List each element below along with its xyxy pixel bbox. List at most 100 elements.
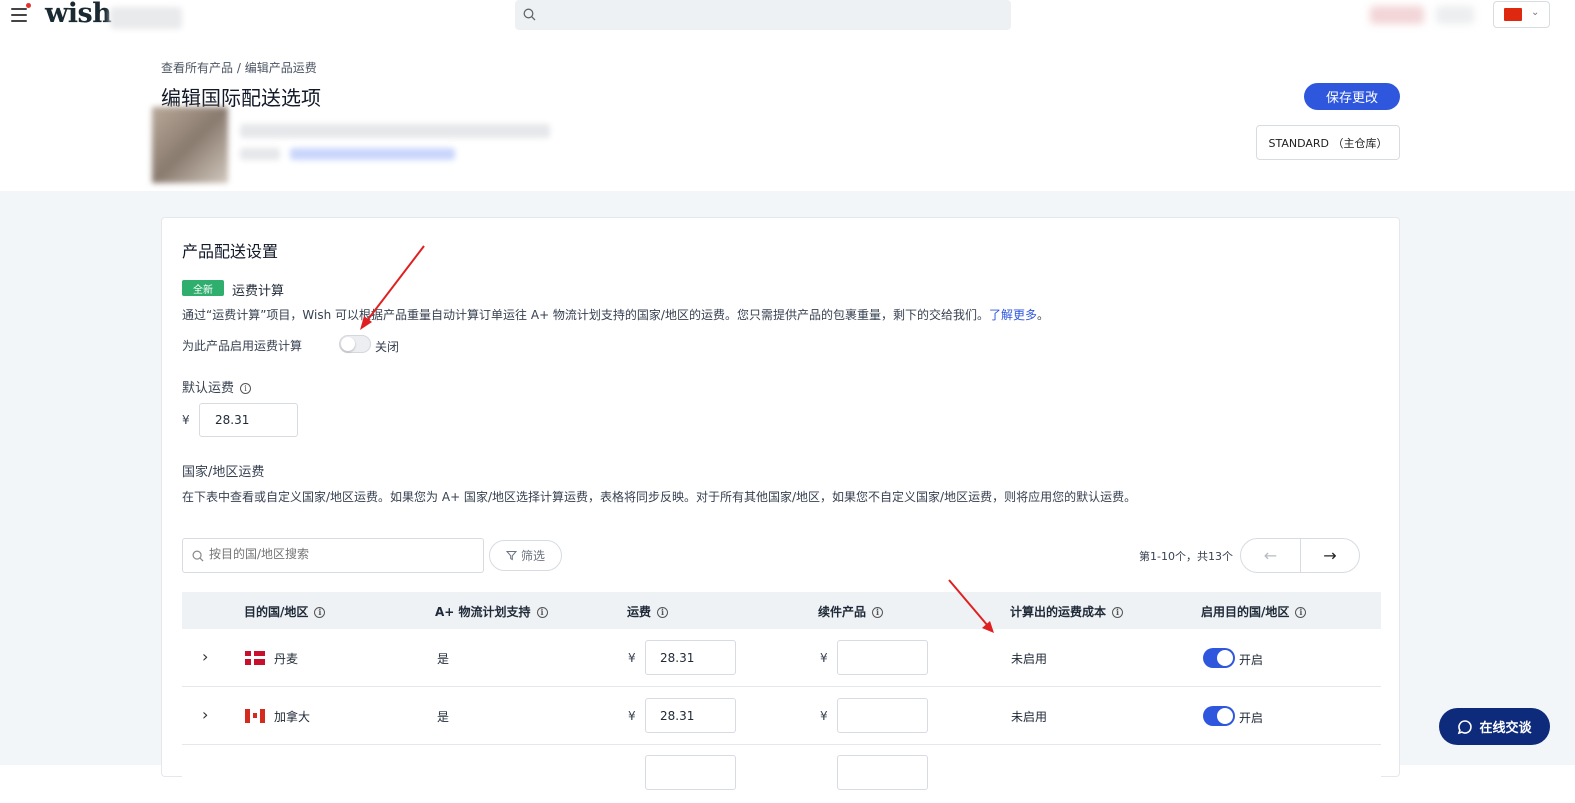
blurred-header-item-2[interactable] [1436,6,1474,24]
search-icon [192,550,204,562]
col-additional: 续件产品 i [818,603,884,620]
info-icon[interactable]: i [872,607,884,618]
country-search-field[interactable] [182,538,484,573]
denmark-flag-icon [245,651,265,665]
shipping-fee-input[interactable] [645,755,736,790]
page-header: 查看所有产品 / 编辑产品运费 编辑国际配送选项 保存更改 STANDARD （… [0,34,1575,191]
enable-calc-label: 为此产品启用运费计算 [182,339,303,353]
shipping-settings-card: 产品配送设置 全新 运费计算 通过“运费计算”项目，Wish 可以根据产品重量自… [161,217,1400,803]
china-flag-icon [1504,8,1522,21]
col-aplus: A+ 物流计划支持 i [435,603,548,620]
expand-chevron-icon[interactable]: › [202,705,208,724]
blurred-product-link[interactable] [290,148,455,160]
product-thumbnail [152,107,228,183]
language-selector[interactable]: ⌄ [1493,1,1550,28]
filter-icon [505,551,517,561]
canada-flag-icon [245,709,265,723]
toggle-knob [341,337,355,351]
default-fee-text: 默认运费 [182,381,235,396]
country-name: 加拿大 [274,710,311,724]
expand-chevron-icon[interactable]: › [202,647,208,666]
enable-country-toggle[interactable] [1203,648,1235,668]
prev-page-arrow-icon[interactable]: ← [1241,539,1301,572]
shipping-calc-description: 通过“运费计算”项目，Wish 可以根据产品重量自动计算订单运往 A+ 物流计划… [182,306,1049,323]
col-calculated-label: 计算出的运费成本 [1010,605,1107,619]
description-text: 通过“运费计算”项目，Wish 可以根据产品重量自动计算订单运往 A+ 物流计划… [182,308,989,322]
col-enable: 启用目的国/地区 i [1201,603,1307,620]
live-chat-button[interactable]: 在线交谈 [1439,708,1550,745]
filter-label: 筛选 [520,549,545,563]
global-search-input[interactable] [515,0,1011,30]
breadcrumb-edit-shipping[interactable]: 编辑产品运费 [245,61,317,75]
col-enable-label: 启用目的国/地区 [1201,605,1290,619]
blurred-product-name [240,124,550,138]
table-row: › 丹麦 是 ¥ ¥ 未启用 开启 [182,629,1381,687]
enable-calc-toggle[interactable] [339,335,371,353]
blurred-header-item[interactable] [1370,6,1424,24]
calculated-cost: 未启用 [1011,710,1048,724]
save-changes-button[interactable]: 保存更改 [1304,83,1400,110]
col-fee: 运费 i [627,603,669,620]
col-additional-label: 续件产品 [818,605,867,619]
info-icon[interactable]: i [314,607,326,618]
currency-symbol: ¥ [628,651,636,665]
toggle-knob [1217,708,1233,724]
chevron-down-icon: ⌄ [1531,7,1540,18]
enable-calc-state: 关闭 [375,340,400,354]
table-row [182,745,1381,803]
table-row: › 加拿大 是 ¥ ¥ 未启用 开启 [182,687,1381,745]
country-name: 丹麦 [274,652,299,666]
wish-logo[interactable]: wish [45,0,112,29]
section-title: 产品配送设置 [182,242,279,261]
country-fees-title: 国家/地区运费 [182,465,265,480]
blurred-store-name [110,7,182,29]
next-page-arrow-icon[interactable]: → [1301,539,1359,572]
info-icon[interactable]: i [536,607,548,618]
chat-bubble-icon [1458,719,1473,734]
currency-symbol: ¥ [628,709,636,723]
blurred-product-id-label [240,148,280,160]
enable-country-state: 开启 [1239,653,1264,667]
aplus-support: 是 [437,710,450,724]
currency-symbol: ¥ [820,651,828,665]
additional-item-fee-input[interactable] [837,698,928,733]
currency-symbol: ¥ [182,413,190,427]
learn-more-link[interactable]: 了解更多 [989,308,1037,322]
info-icon[interactable]: i [1295,607,1307,618]
pagination-controls: ← → [1240,538,1360,573]
col-destination: 目的国/地区 i [244,603,326,620]
additional-item-fee-input[interactable] [837,640,928,675]
enable-country-state: 开启 [1239,711,1264,725]
shipping-fee-input[interactable] [645,698,736,733]
enable-country-toggle[interactable] [1203,706,1235,726]
search-icon [523,8,536,21]
country-fees-description: 在下表中查看或自定义国家/地区运费。如果您为 A+ 国家/地区选择计算运费，表格… [182,490,1137,504]
breadcrumb: 查看所有产品 / 编辑产品运费 [161,59,317,76]
col-fee-label: 运费 [627,605,652,619]
country-search-input[interactable] [209,547,469,561]
filter-button[interactable]: 筛选 [489,540,562,571]
warehouse-selector[interactable]: STANDARD （主仓库） [1256,125,1400,160]
breadcrumb-all-products[interactable]: 查看所有产品 [161,61,233,75]
col-destination-label: 目的国/地区 [244,605,309,619]
top-bar: wish ⌄ [0,0,1575,34]
info-icon[interactable]: i [657,607,669,618]
breadcrumb-separator: / [233,61,245,75]
default-fee-label: 默认运费 i [182,377,252,396]
aplus-support: 是 [437,652,450,666]
currency-symbol: ¥ [820,709,828,723]
live-chat-label: 在线交谈 [1479,721,1532,736]
info-icon[interactable]: i [240,383,252,394]
col-calculated: 计算出的运费成本 i [1010,603,1124,620]
shipping-fee-input[interactable] [645,640,736,675]
notification-dot [26,3,31,8]
default-fee-input[interactable] [199,403,298,437]
shipping-calc-heading: 运费计算 [232,284,285,299]
description-period: 。 [1037,308,1050,322]
additional-item-fee-input[interactable] [837,755,928,790]
hamburger-menu-icon[interactable] [11,8,27,22]
table-header: 目的国/地区 i A+ 物流计划支持 i 运费 i 续件产品 i 计算出的运费成本 i 启… [182,592,1381,629]
new-badge: 全新 [182,280,224,296]
col-aplus-label: A+ 物流计划支持 [435,605,531,619]
info-icon[interactable]: i [1112,607,1124,618]
